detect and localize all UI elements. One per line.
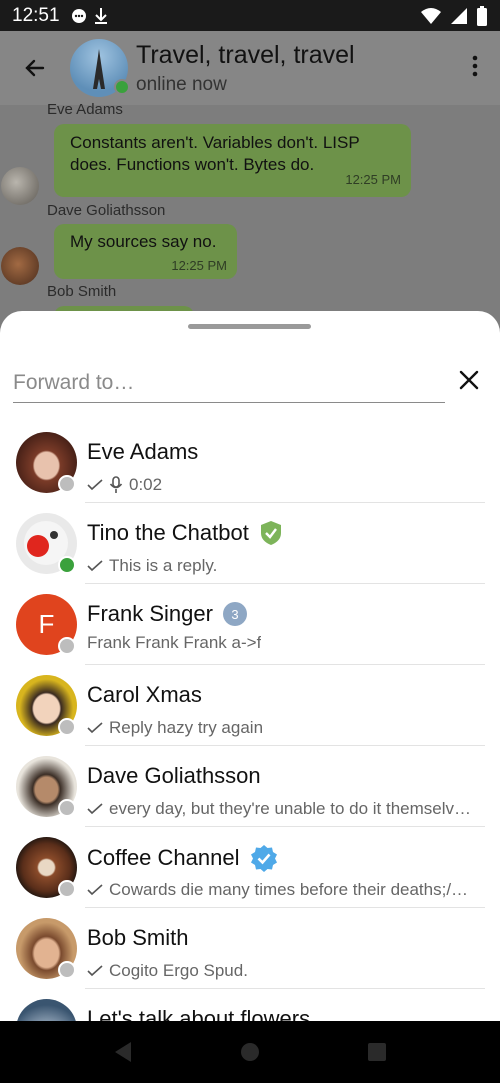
more-vert-icon xyxy=(472,55,478,76)
wifi-icon xyxy=(421,7,441,24)
contact-name: Tino the Chatbot xyxy=(87,520,249,545)
contact-row[interactable]: Coffee Channel Cowards die many times be… xyxy=(0,827,500,908)
contact-preview: every day, but they're unable to do it t… xyxy=(109,799,472,818)
message-time: 12:25 PM xyxy=(171,258,227,273)
contact-row[interactable]: Let's talk about flowers xyxy=(0,989,500,1022)
contact-name: Eve Adams xyxy=(87,439,199,464)
contact-name: Frank Singer xyxy=(87,601,213,626)
message-text: My sources say no. xyxy=(70,232,217,251)
presence-indicator xyxy=(58,961,76,979)
close-icon xyxy=(459,370,479,390)
clock: 12:51 xyxy=(12,4,60,26)
presence-indicator xyxy=(58,556,76,574)
contact-row[interactable]: F Frank Singer 3 Frank Frank Frank a->f xyxy=(0,584,500,665)
presence-indicator xyxy=(58,799,76,817)
contact-row[interactable]: Eve Adams 0:02 xyxy=(0,422,500,503)
check-icon xyxy=(87,722,103,734)
battery-icon xyxy=(477,5,487,26)
presence-indicator xyxy=(58,880,76,898)
check-icon xyxy=(87,803,103,815)
contact-row[interactable]: Carol Xmas Reply hazy try again xyxy=(0,665,500,746)
nav-back-icon[interactable] xyxy=(113,1041,133,1063)
contact-row[interactable]: Tino the Chatbot This is a reply. xyxy=(0,503,500,584)
message-sender: Eve Adams xyxy=(47,101,123,118)
presence-indicator xyxy=(58,475,76,493)
forward-search-input[interactable]: Forward to… xyxy=(13,369,445,403)
avatar[interactable] xyxy=(1,167,39,205)
contact-row[interactable]: Dave Goliathsson every day, but they're … xyxy=(0,746,500,827)
message-sender: Dave Goliathsson xyxy=(47,202,166,219)
contact-preview: This is a reply. xyxy=(109,556,218,575)
contact-preview: Frank Frank Frank a->f xyxy=(87,633,262,652)
message-text: Constants aren't. Variables don't. LISP … xyxy=(70,133,360,174)
close-button[interactable] xyxy=(455,366,483,394)
check-icon xyxy=(87,560,103,572)
contact-preview: Reply hazy try again xyxy=(109,718,264,737)
check-icon xyxy=(87,884,103,896)
navigation-bar xyxy=(0,1021,500,1083)
eiffel-tower-icon xyxy=(93,49,105,89)
online-indicator xyxy=(114,79,130,95)
contact-name: Coffee Channel xyxy=(87,845,240,870)
contact-name: Carol Xmas xyxy=(87,682,202,707)
presence-indicator xyxy=(58,637,76,655)
signal-icon xyxy=(451,7,467,24)
chat-notification-icon xyxy=(71,8,86,23)
check-icon xyxy=(87,479,103,491)
avatar xyxy=(16,999,77,1022)
message-bubble[interactable]: My sources say no. 12:25 PM xyxy=(54,224,237,279)
nav-home-icon[interactable] xyxy=(240,1042,260,1062)
contact-preview: Cogito Ergo Spud. xyxy=(109,961,248,980)
chat-subtitle: online now xyxy=(136,73,227,95)
more-menu-button[interactable] xyxy=(472,55,478,82)
chat-avatar[interactable] xyxy=(70,39,130,97)
forward-sheet: Forward to… Eve Adams 0:02 Tino the Chat… xyxy=(0,311,500,1022)
message-bubble[interactable]: Constants aren't. Variables don't. LISP … xyxy=(54,124,411,197)
avatar-initial: F xyxy=(38,609,55,639)
nav-recents-icon[interactable] xyxy=(367,1042,387,1062)
microphone-icon xyxy=(109,476,123,493)
avatar[interactable] xyxy=(1,247,39,285)
message-time: 12:25 PM xyxy=(345,172,401,187)
chat-header: Travel, travel, travel online now xyxy=(0,31,500,105)
contact-preview: 0:02 xyxy=(129,475,163,494)
unread-badge: 3 xyxy=(222,602,247,626)
back-button[interactable] xyxy=(0,31,70,105)
contact-name: Bob Smith xyxy=(87,925,189,950)
check-icon xyxy=(87,965,103,977)
status-bar: 12:51 xyxy=(0,0,500,31)
contact-row[interactable]: Bob Smith Cogito Ergo Spud. xyxy=(0,908,500,989)
download-notification-icon xyxy=(94,7,107,24)
drag-handle[interactable] xyxy=(188,324,311,329)
presence-indicator xyxy=(58,718,76,736)
contact-name: Dave Goliathsson xyxy=(87,763,261,788)
bot-shield-icon xyxy=(260,521,281,545)
message-sender: Bob Smith xyxy=(47,283,117,300)
contact-preview: Cowards die many times before their deat… xyxy=(109,880,469,899)
back-arrow-icon xyxy=(25,59,45,77)
contact-name: Let's talk about flowers xyxy=(87,1006,311,1022)
chat-title: Travel, travel, travel xyxy=(136,40,355,69)
verified-icon xyxy=(250,845,277,872)
